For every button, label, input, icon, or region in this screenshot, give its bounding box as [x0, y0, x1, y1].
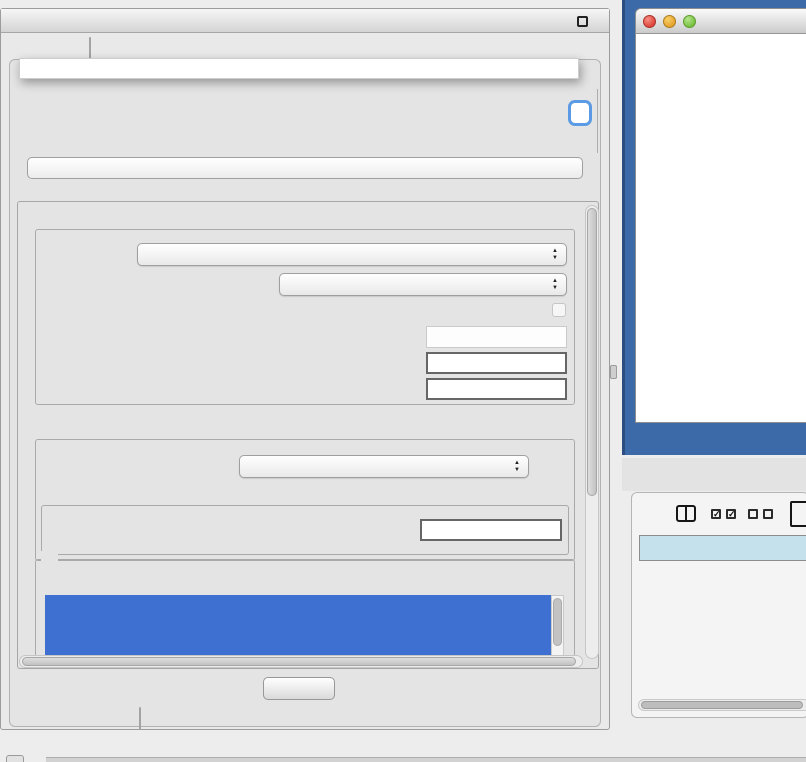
focused-combobox-fragment[interactable] — [568, 100, 592, 126]
bottom-strip — [46, 757, 806, 762]
checked-box-icon — [726, 509, 736, 519]
close-traffic-light[interactable] — [643, 15, 656, 28]
checked-box-icon — [711, 509, 721, 519]
select-all-checkboxes-icon[interactable] — [711, 509, 736, 519]
spinner-arrows-icon — [550, 248, 560, 262]
control-panel-tabs — [89, 37, 91, 60]
control-panel-window — [0, 8, 610, 730]
bottom-tab-bar — [139, 707, 141, 730]
float-window-icon[interactable] — [577, 16, 588, 27]
network-canvas[interactable] — [636, 34, 806, 423]
node-table — [639, 535, 806, 561]
horizontal-scrollbar[interactable] — [19, 655, 583, 668]
scrollbar-thumb[interactable] — [553, 598, 562, 646]
aracne-mode-combobox[interactable] — [137, 243, 567, 266]
settings-scroll-area — [18, 203, 584, 661]
zoom-traffic-light[interactable] — [683, 15, 696, 28]
scrollbar-thumb[interactable] — [22, 657, 576, 666]
manual-kernel-checkbox[interactable] — [552, 303, 566, 317]
data-attributes-list[interactable] — [45, 595, 551, 661]
spinner-arrows-icon — [512, 460, 522, 474]
network-view-frame — [622, 0, 806, 455]
which-threshold-combobox[interactable] — [239, 455, 529, 478]
table-panel-card — [631, 492, 806, 718]
table-function-icon[interactable] — [790, 501, 806, 527]
table-horizontal-scrollbar[interactable] — [638, 699, 806, 711]
dpi-tolerance-field[interactable] — [426, 352, 567, 374]
group-border-fragment — [597, 89, 598, 153]
vertical-scrollbar[interactable] — [585, 205, 599, 659]
table-header-row — [639, 535, 806, 561]
sources-title[interactable] — [41, 551, 58, 566]
table-panel-header — [622, 458, 806, 491]
network-window — [635, 8, 806, 423]
minimized-panel-icon[interactable] — [6, 755, 24, 762]
mi-algorithm-type-combobox[interactable] — [279, 273, 567, 296]
minimize-traffic-light[interactable] — [663, 15, 676, 28]
split-pane-handle[interactable] — [610, 365, 617, 379]
spinner-arrows-icon — [550, 278, 560, 292]
scrollbar-thumb[interactable] — [587, 208, 597, 496]
mi-steps-field[interactable] — [426, 378, 567, 400]
mi-threshold-field[interactable] — [420, 519, 562, 541]
control-panel-titlebar — [1, 9, 609, 33]
network-collection-combobox[interactable] — [27, 157, 583, 179]
deselect-all-checkboxes-icon[interactable] — [748, 509, 773, 519]
network-window-titlebar — [636, 9, 806, 34]
unchecked-box-icon — [763, 509, 773, 519]
unchecked-box-icon — [748, 509, 758, 519]
kernel-width-field[interactable] — [426, 326, 567, 348]
hub-definition-toggle[interactable] — [43, 412, 52, 427]
dropdown-placeholder — [20, 61, 578, 76]
list-scrollbar[interactable] — [551, 595, 564, 661]
algorithm-dropdown-popup — [19, 58, 579, 79]
scrollbar-thumb[interactable] — [641, 701, 803, 709]
split-view-icon[interactable] — [676, 505, 696, 522]
apply-button[interactable] — [263, 677, 335, 700]
application-screen — [0, 0, 806, 762]
